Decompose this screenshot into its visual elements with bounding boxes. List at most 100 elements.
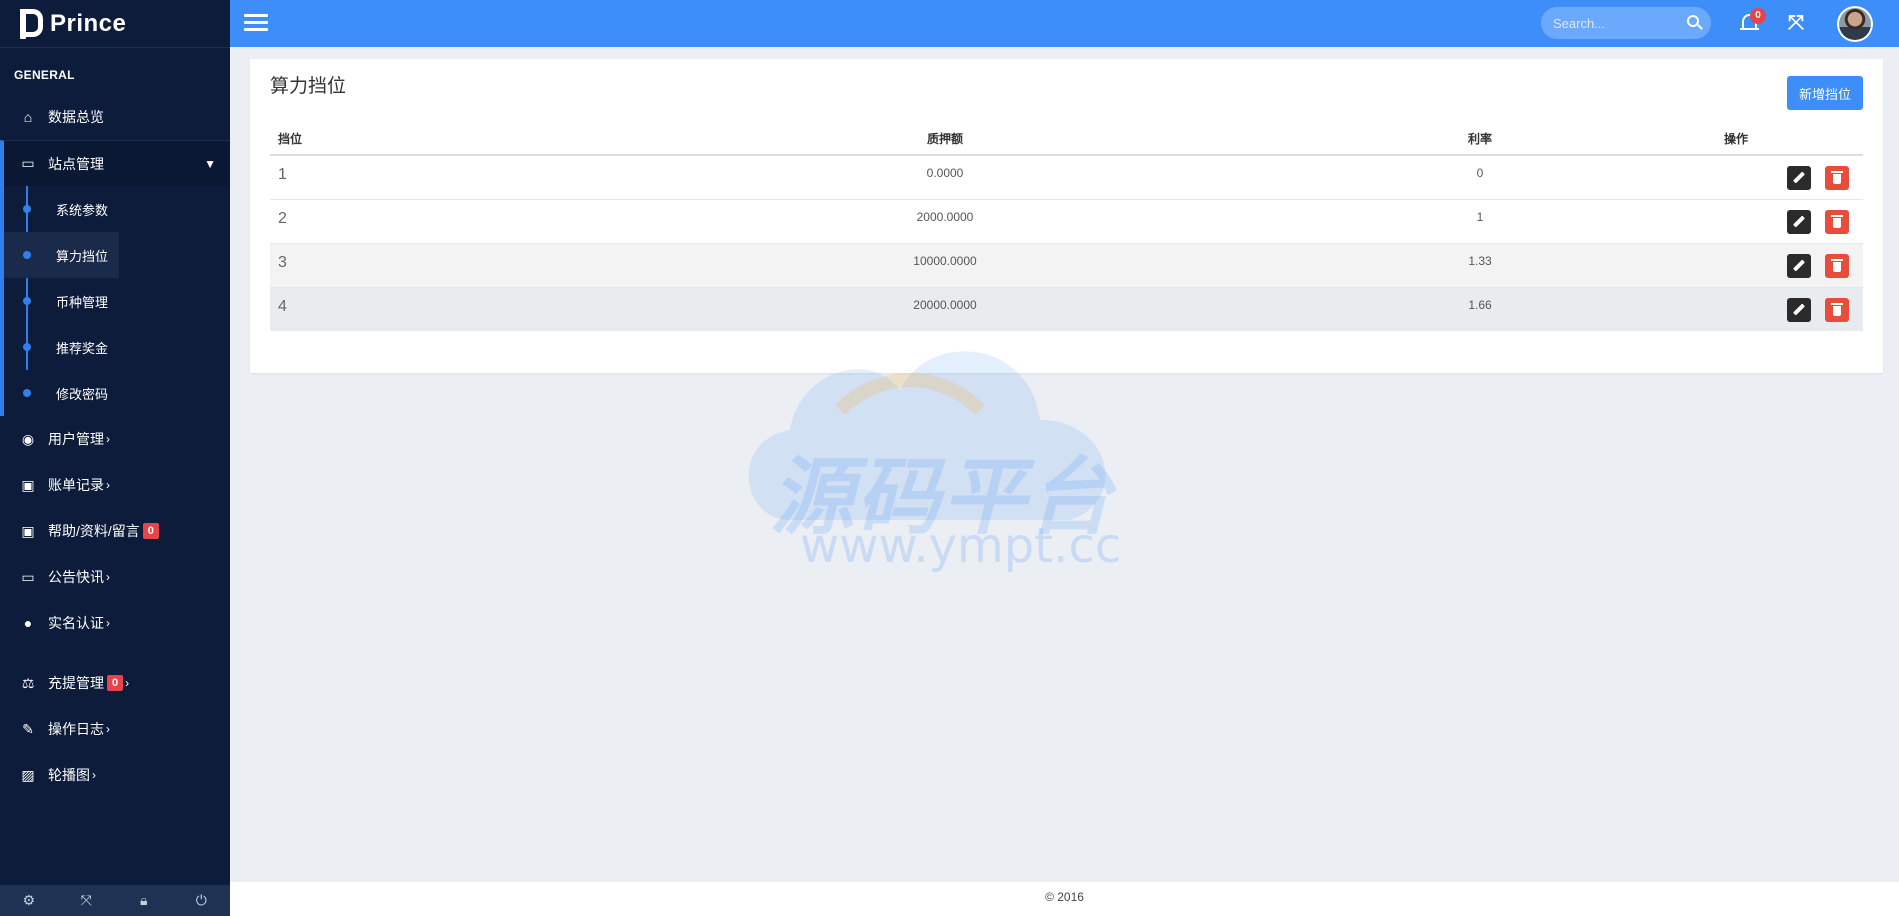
sidebar-item-help[interactable]: ▣ 帮助/资料/留言 0 — [0, 508, 230, 554]
cell-rate: 1.33 — [1420, 242, 1540, 287]
brand[interactable]: Prince — [0, 0, 230, 48]
cell-actions — [1540, 286, 1863, 331]
sidebar-item-users[interactable]: ◉ 用户管理 › — [0, 416, 230, 462]
sidebar-item-dashboard[interactable]: ⌂ 数据总览 — [0, 94, 230, 140]
site-management-submenu: 系统参数 算力挡位 币种管理 推荐奖金 修改密码 — [0, 186, 230, 416]
edit-button[interactable] — [1787, 166, 1811, 190]
sidebar-subitem-hashrate-levels[interactable]: 算力挡位 — [4, 232, 230, 278]
sidebar-subitem-system-params[interactable]: 系统参数 — [4, 186, 230, 232]
user-icon: ● — [23, 615, 33, 631]
cell-rate: 1.66 — [1420, 286, 1540, 331]
cell-actions — [1540, 154, 1863, 199]
delete-button[interactable] — [1825, 297, 1849, 322]
gear-icon[interactable]: ⚙ — [0, 885, 58, 916]
chevron-right-icon: › — [106, 432, 110, 446]
sidebar-item-announcements[interactable]: ▭ 公告快讯 › — [0, 554, 230, 600]
page-title: 算力挡位 — [270, 76, 347, 97]
sidebar-subitem-currency[interactable]: 币种管理 — [4, 278, 230, 324]
table-header-row: 挡位 质押额 利率 操作 — [270, 123, 1863, 156]
cell-level: 4 — [270, 286, 470, 331]
pencil-icon — [1792, 302, 1806, 316]
count-badge: 0 — [107, 675, 124, 691]
menu-toggle-icon[interactable] — [244, 14, 268, 32]
sidebar-item-label: 轮播图 — [48, 767, 90, 783]
prince-logo-icon — [18, 7, 44, 41]
sidebar-item-verification[interactable]: ● 实名认证 › — [0, 600, 230, 646]
sidebar-subitem-label: 系统参数 — [56, 202, 109, 218]
cell-amount: 20000.0000 — [470, 286, 1420, 331]
add-level-button[interactable]: 新增挡位 — [1786, 76, 1863, 110]
cell-actions — [1540, 198, 1863, 243]
dot-icon — [23, 205, 31, 213]
sidebar-item-label: 账单记录 — [48, 477, 104, 493]
watermark-url: www.ympt.cc — [800, 518, 1122, 574]
edit-button[interactable] — [1787, 253, 1811, 278]
avatar[interactable] — [1837, 6, 1873, 42]
count-badge: 0 — [142, 523, 159, 539]
section-title: GENERAL — [14, 68, 75, 82]
cell-amount: 0.0000 — [470, 154, 1420, 199]
notifications-button[interactable]: 0 — [1738, 8, 1766, 36]
edit-button[interactable] — [1787, 297, 1811, 322]
cell-level: 2 — [270, 198, 470, 243]
sidebar: Prince GENERAL ⌂ 数据总览 ▭ 站点管理 ▼ 系统参数 算力挡位… — [0, 0, 230, 916]
delete-button[interactable] — [1825, 166, 1849, 190]
levels-table: 挡位 质押额 利率 操作 1 0.0000 0 2 2000.0000 1 3 … — [270, 123, 1863, 331]
cell-level: 1 — [270, 154, 470, 199]
search-input[interactable] — [1541, 7, 1671, 39]
sidebar-footer: ⚙ ⤧ 🔒︎ ⏻ — [0, 885, 230, 916]
chevron-right-icon: › — [106, 722, 110, 736]
dot-icon — [23, 389, 31, 397]
pencil-icon — [1792, 171, 1806, 184]
lock-icon[interactable]: 🔒︎ — [115, 885, 173, 916]
sidebar-item-label: 帮助/资料/留言 — [48, 523, 140, 539]
notification-badge: 0 — [1750, 8, 1766, 24]
cell-level: 3 — [270, 242, 470, 287]
table-row: 4 20000.0000 1.66 — [270, 286, 1863, 331]
column-header-amount: 质押额 — [470, 123, 1420, 156]
column-header-action: 操作 — [1540, 123, 1863, 156]
pencil-icon — [1792, 258, 1806, 272]
search-box — [1541, 7, 1711, 39]
table-row: 2 2000.0000 1 — [270, 198, 1863, 243]
money-icon: ▣ — [21, 476, 35, 493]
sidebar-item-label: 实名认证 — [48, 615, 104, 631]
chevron-right-icon: › — [106, 478, 110, 492]
sidebar-item-logs[interactable]: ✎ 操作日志 › — [0, 706, 230, 752]
chevron-right-icon: › — [106, 616, 110, 630]
fullscreen-icon[interactable]: ⤧ — [1788, 13, 1804, 33]
trash-icon — [1831, 214, 1843, 228]
edit-button[interactable] — [1787, 209, 1811, 234]
delete-button[interactable] — [1825, 209, 1849, 234]
sidebar-item-carousel[interactable]: ▨ 轮播图 › — [0, 752, 230, 798]
chevron-right-icon: › — [92, 768, 96, 782]
dot-icon — [23, 251, 31, 259]
sidebar-item-bills[interactable]: ▣ 账单记录 › — [0, 462, 230, 508]
avatar-image — [1839, 8, 1871, 40]
footer: © 2016 — [230, 882, 1899, 916]
sidebar-item-label: 公告快讯 — [48, 569, 104, 585]
trash-icon — [1831, 258, 1843, 272]
power-icon[interactable]: ⏻ — [173, 885, 231, 916]
sidebar-item-deposit-withdraw[interactable]: ⚖ 充提管理 0 › — [0, 660, 230, 706]
sidebar-item-label: 用户管理 — [48, 431, 104, 447]
sidebar-subitem-referral-bonus[interactable]: 推荐奖金 — [4, 324, 230, 370]
watermark-text: 源码平台 — [770, 448, 1115, 546]
search-icon[interactable] — [1687, 15, 1699, 27]
monitor-icon: ▭ — [21, 155, 35, 171]
delete-button[interactable] — [1825, 253, 1849, 278]
sidebar-subitem-change-password[interactable]: 修改密码 — [4, 370, 230, 416]
chevron-down-icon: ▼ — [204, 156, 216, 171]
cell-actions — [1540, 242, 1863, 287]
dot-icon — [23, 297, 31, 305]
sidebar-item-site-management[interactable]: ▭ 站点管理 ▼ — [0, 140, 230, 186]
sidebar-item-label: 充提管理 — [48, 675, 104, 691]
sidebar-item-label: 站点管理 — [48, 155, 104, 172]
fullscreen-icon[interactable]: ⤧ — [58, 885, 116, 916]
cell-amount: 10000.0000 — [470, 242, 1420, 287]
sidebar-subitem-label: 推荐奖金 — [56, 340, 109, 356]
table-row: 3 10000.0000 1.33 — [270, 242, 1863, 287]
dot-icon — [23, 343, 31, 351]
pencil-icon — [1792, 214, 1806, 228]
